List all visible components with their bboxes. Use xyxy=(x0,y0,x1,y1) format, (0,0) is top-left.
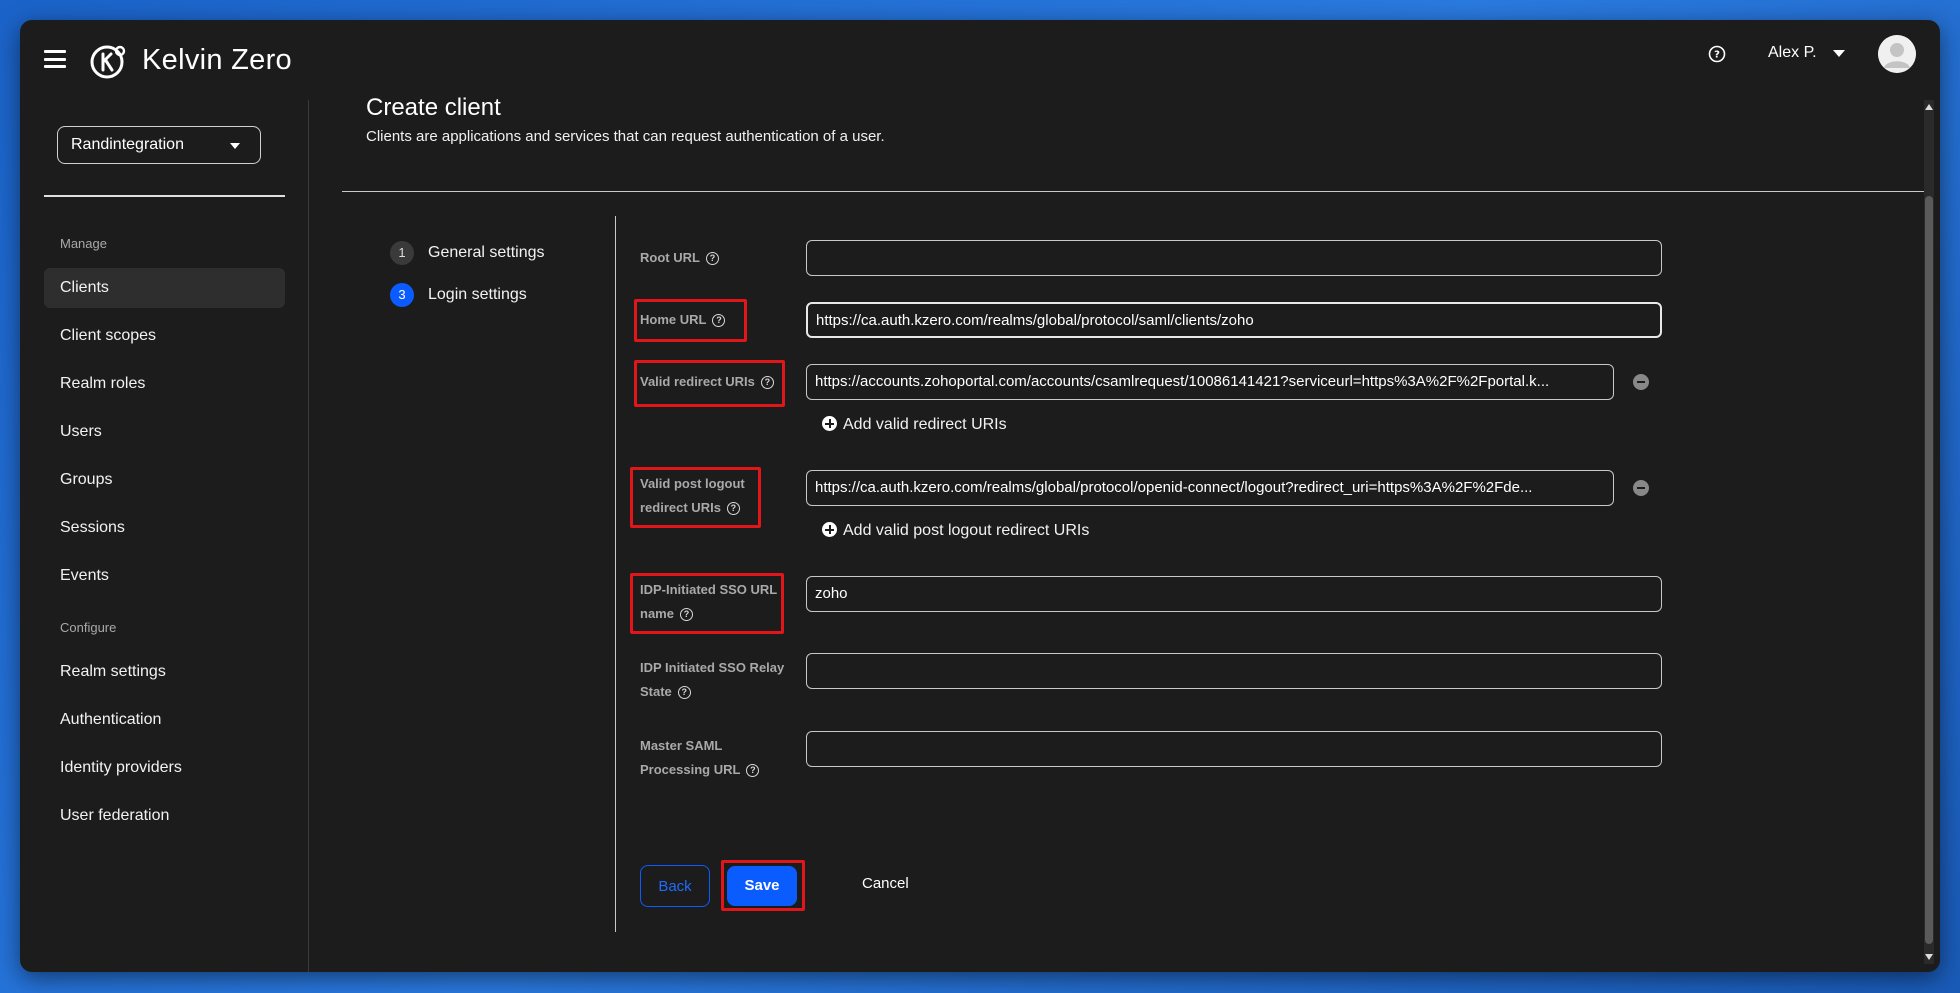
idp-sso-name-label-line2: name xyxy=(640,606,674,621)
add-post-logout-uri-label: Add valid post logout redirect URIs xyxy=(843,522,1090,539)
help-icon[interactable]: ? xyxy=(705,252,719,266)
post-logout-label: Valid post logout redirect URIs? xyxy=(640,472,745,520)
sidebar-item-authentication[interactable]: Authentication xyxy=(44,700,285,740)
redirect-uri-value: https://accounts.zohoportal.com/accounts… xyxy=(815,373,1550,390)
root-url-label-text: Root URL xyxy=(640,250,700,265)
help-icon[interactable]: ? xyxy=(760,376,774,390)
avatar-person-icon xyxy=(1878,35,1916,73)
app-window: Kelvin Zero ? Alex P. Randintegration Ma… xyxy=(20,20,1940,972)
scrollbar[interactable] xyxy=(1924,100,1934,964)
sidebar: Randintegration Manage Clients Client sc… xyxy=(20,100,309,972)
help-icon[interactable]: ? xyxy=(726,502,740,516)
scrollbar-thumb[interactable] xyxy=(1925,196,1933,944)
help-icon[interactable]: ? xyxy=(677,686,691,700)
step-number: 1 xyxy=(390,241,414,265)
app-title: Kelvin Zero xyxy=(142,44,292,76)
plus-circle-icon xyxy=(822,522,837,537)
section-label-manage: Manage xyxy=(60,236,107,251)
remove-redirect-uri-icon[interactable] xyxy=(1633,374,1649,390)
help-icon[interactable]: ? xyxy=(1708,45,1726,63)
section-label-configure: Configure xyxy=(60,620,117,635)
sidebar-item-label: Identity providers xyxy=(60,759,182,776)
post-logout-label-line1: Valid post logout xyxy=(640,476,745,491)
sidebar-item-label: Groups xyxy=(60,471,113,488)
help-icon[interactable]: ? xyxy=(746,764,760,778)
idp-relay-state-label: IDP Initiated SSO Relay State? xyxy=(640,656,784,704)
add-redirect-uri-button[interactable]: Add valid redirect URIs xyxy=(822,416,1007,434)
master-saml-input[interactable] xyxy=(806,731,1662,767)
sidebar-item-label: Realm settings xyxy=(60,663,166,680)
redirect-uri-input[interactable]: https://accounts.zohoportal.com/accounts… xyxy=(806,364,1614,400)
home-url-label-text: Home URL xyxy=(640,312,707,327)
idp-sso-name-label: IDP-Initiated SSO URL name? xyxy=(640,578,777,626)
root-url-label: Root URL? xyxy=(640,246,719,270)
home-url-input[interactable]: https://ca.auth.kzero.com/realms/global/… xyxy=(806,302,1662,338)
sidebar-item-users[interactable]: Users xyxy=(44,412,285,452)
back-button[interactable]: Back xyxy=(640,865,710,907)
idp-relay-state-label-line1: IDP Initiated SSO Relay xyxy=(640,660,785,675)
post-logout-uri-value: https://ca.auth.kzero.com/realms/global/… xyxy=(815,479,1533,496)
sidebar-item-label: User federation xyxy=(60,807,170,824)
idp-relay-state-label-line2: State xyxy=(640,684,672,699)
post-logout-label-line2: redirect URIs xyxy=(640,500,721,515)
cancel-button[interactable]: Cancel xyxy=(862,875,909,892)
sidebar-item-label: Events xyxy=(60,567,109,584)
root-url-input[interactable] xyxy=(806,240,1662,276)
realm-selector[interactable]: Randintegration xyxy=(57,126,261,164)
plus-circle-icon xyxy=(822,416,837,431)
sidebar-item-client-scopes[interactable]: Client scopes xyxy=(44,316,285,356)
remove-post-logout-uri-icon[interactable] xyxy=(1633,480,1649,496)
sidebar-item-label: Client scopes xyxy=(60,327,157,344)
home-url-value: https://ca.auth.kzero.com/realms/global/… xyxy=(816,312,1254,329)
idp-relay-state-input[interactable] xyxy=(806,653,1662,689)
sidebar-item-label: Sessions xyxy=(60,519,125,536)
user-menu-caret-icon[interactable] xyxy=(1833,50,1845,57)
idp-sso-name-label-line1: IDP-Initiated SSO URL xyxy=(640,582,778,597)
avatar[interactable] xyxy=(1878,35,1916,73)
idp-sso-name-input[interactable]: zoho xyxy=(806,576,1662,612)
realm-selector-value: Randintegration xyxy=(71,136,184,153)
kelvin-zero-logo-icon xyxy=(90,45,126,79)
page-subtitle: Clients are applications and services th… xyxy=(366,128,885,145)
sidebar-item-label: Users xyxy=(60,423,102,440)
add-redirect-uri-label: Add valid redirect URIs xyxy=(843,416,1007,433)
post-logout-uri-input[interactable]: https://ca.auth.kzero.com/realms/global/… xyxy=(806,470,1614,506)
form-divider xyxy=(615,216,616,932)
masthead: Kelvin Zero ? Alex P. xyxy=(20,20,1940,100)
sidebar-item-events[interactable]: Events xyxy=(44,556,285,596)
sidebar-item-identity-providers[interactable]: Identity providers xyxy=(44,748,285,788)
master-saml-label-line2: Processing URL xyxy=(640,762,741,777)
master-saml-label-line1: Master SAML xyxy=(640,738,723,753)
home-url-label: Home URL? xyxy=(640,308,726,332)
page-title: Create client xyxy=(366,94,501,121)
step-number: 3 xyxy=(390,283,414,307)
redirect-uris-label-text: Valid redirect URIs xyxy=(640,374,755,389)
sidebar-item-sessions[interactable]: Sessions xyxy=(44,508,285,548)
help-icon[interactable]: ? xyxy=(679,608,693,622)
step-label: Login settings xyxy=(428,286,527,303)
scroll-up-icon[interactable] xyxy=(1925,104,1933,110)
scroll-down-icon[interactable] xyxy=(1925,954,1933,960)
redirect-uris-label: Valid redirect URIs? xyxy=(640,370,774,394)
user-menu-name[interactable]: Alex P. xyxy=(1768,44,1817,62)
sidebar-item-label: Authentication xyxy=(60,711,162,728)
main-divider xyxy=(342,191,1924,192)
sidebar-item-clients[interactable]: Clients xyxy=(44,268,285,308)
sidebar-item-label: Realm roles xyxy=(60,375,146,392)
add-post-logout-uri-button[interactable]: Add valid post logout redirect URIs xyxy=(822,522,1089,540)
help-icon[interactable]: ? xyxy=(712,314,726,328)
sidebar-item-groups[interactable]: Groups xyxy=(44,460,285,500)
save-button[interactable]: Save xyxy=(727,866,797,906)
idp-sso-name-value: zoho xyxy=(815,585,848,602)
master-saml-label: Master SAML Processing URL? xyxy=(640,734,760,782)
sidebar-item-label: Clients xyxy=(60,279,109,296)
sidebar-item-realm-settings[interactable]: Realm settings xyxy=(44,652,285,692)
step-label: General settings xyxy=(428,244,545,261)
sidebar-item-user-federation[interactable]: User federation xyxy=(44,796,285,836)
caret-down-icon xyxy=(230,143,240,149)
sidebar-item-realm-roles[interactable]: Realm roles xyxy=(44,364,285,404)
svg-text:?: ? xyxy=(1714,50,1720,61)
hamburger-menu-icon[interactable] xyxy=(44,50,66,68)
sidebar-divider xyxy=(44,195,285,197)
